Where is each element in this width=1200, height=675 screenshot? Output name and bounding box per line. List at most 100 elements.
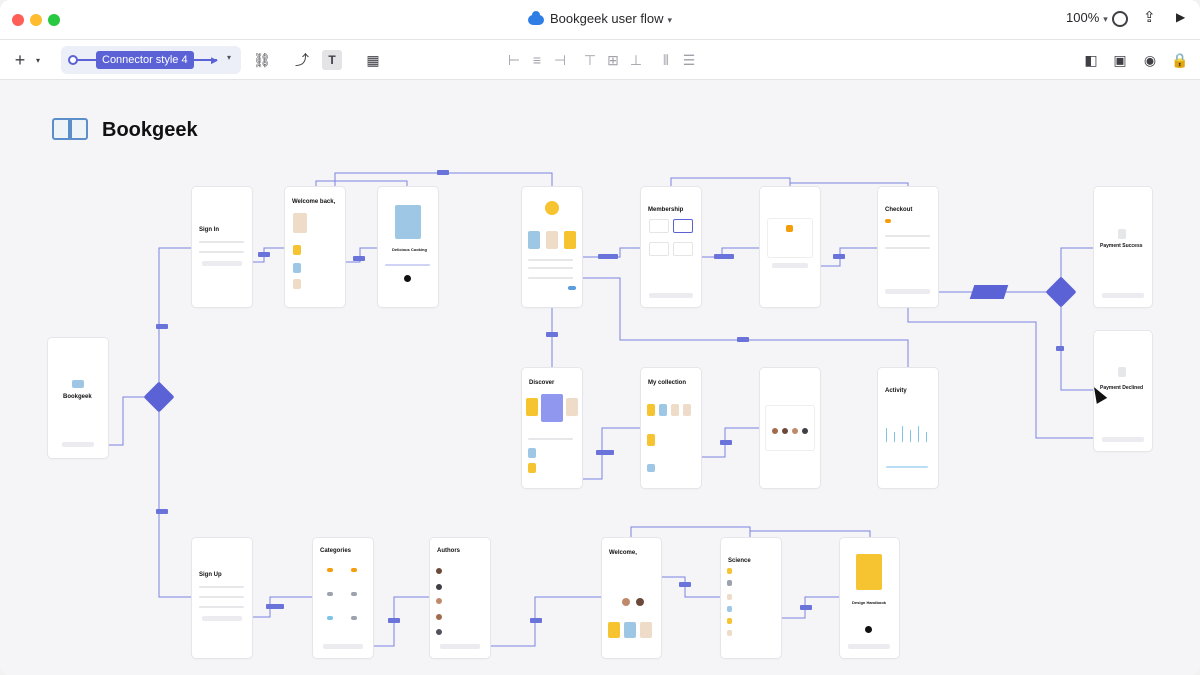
book-cover[interactable]: [683, 404, 691, 416]
book-cover[interactable]: [727, 568, 732, 574]
screen-payment-success[interactable]: Payment Success: [1094, 187, 1152, 307]
continue-button[interactable]: [649, 293, 693, 298]
book-cover[interactable]: [647, 464, 655, 472]
next-button[interactable]: [323, 644, 363, 649]
book-cover[interactable]: [546, 231, 558, 249]
done-button[interactable]: [1102, 293, 1144, 298]
plan-card[interactable]: [649, 242, 669, 256]
avatar: [636, 598, 644, 606]
email-field[interactable]: [199, 241, 244, 243]
play-icon[interactable]: [404, 275, 411, 282]
sign-up-button[interactable]: [202, 616, 242, 621]
screen-signin[interactable]: Sign In: [192, 187, 252, 307]
screen-collection[interactable]: My collection: [641, 368, 701, 488]
screen-player[interactable]: Delicious Cooking: [378, 187, 438, 307]
play-icon[interactable]: [865, 626, 872, 633]
book-cover[interactable]: [647, 434, 655, 446]
screen-authors[interactable]: Authors: [430, 538, 490, 658]
book-cover-featured[interactable]: [541, 394, 563, 422]
book-cover[interactable]: [566, 398, 578, 416]
pay-button[interactable]: [885, 289, 930, 294]
input-field[interactable]: [199, 596, 244, 598]
screen-discover[interactable]: Discover: [522, 368, 582, 488]
category-icon[interactable]: [327, 568, 333, 572]
book-cover[interactable]: [293, 245, 301, 255]
book-cover[interactable]: [528, 231, 540, 249]
book-cover[interactable]: [564, 231, 576, 249]
book-cover[interactable]: [671, 404, 679, 416]
book-cover[interactable]: [727, 606, 732, 612]
avatar: [436, 629, 442, 635]
screen-title: Membership: [648, 207, 684, 213]
input-field[interactable]: [885, 247, 930, 249]
screen-splash[interactable]: Bookgeek: [48, 338, 108, 458]
password-field[interactable]: [199, 251, 244, 253]
category-icon[interactable]: [351, 616, 357, 620]
sign-in-button[interactable]: [202, 261, 242, 266]
input-field[interactable]: [199, 606, 244, 608]
connector-label: [266, 604, 284, 609]
input-field[interactable]: [199, 586, 244, 588]
screen-signup[interactable]: Sign Up: [192, 538, 252, 658]
book-cover[interactable]: [727, 630, 732, 636]
category-icon[interactable]: [327, 616, 333, 620]
connector-lines: [108, 172, 1094, 647]
category-icon[interactable]: [351, 592, 357, 596]
category-icon[interactable]: [327, 592, 333, 596]
connector-label: [156, 509, 168, 514]
toggle[interactable]: [568, 286, 576, 290]
screen-discount[interactable]: [760, 187, 820, 307]
screen-design-handbook[interactable]: Design Handbook: [840, 538, 899, 658]
screen-title: Discover: [529, 380, 555, 386]
book-cover[interactable]: [528, 448, 536, 458]
book-cover[interactable]: [293, 263, 301, 273]
book-cover[interactable]: [293, 279, 301, 289]
plan-card[interactable]: [649, 219, 669, 233]
read-button[interactable]: [848, 644, 890, 649]
list-item[interactable]: [528, 267, 573, 269]
connector-label: [596, 450, 614, 455]
book-cover[interactable]: [640, 622, 652, 638]
try-again-button[interactable]: [1102, 437, 1144, 442]
process-node[interactable]: [969, 285, 1009, 299]
offer-card: [768, 219, 812, 257]
screen-title: Sign In: [199, 227, 219, 233]
category-icon[interactable]: [351, 568, 357, 572]
screen-followers[interactable]: [760, 368, 820, 488]
book-cover[interactable]: [293, 213, 307, 233]
screen-science[interactable]: Science: [721, 538, 781, 658]
progress-bar[interactable]: [385, 264, 430, 266]
book-cover[interactable]: [526, 398, 538, 416]
screen-membership[interactable]: Membership: [641, 187, 701, 307]
receipt-icon: [1118, 367, 1126, 377]
screen-activity[interactable]: Activity: [878, 368, 938, 488]
connector-label: [546, 332, 558, 337]
connector-label: [353, 256, 365, 261]
book-cover[interactable]: [727, 618, 732, 624]
book-cover[interactable]: [647, 404, 655, 416]
screen-title: Welcome,: [609, 550, 637, 556]
plan-card[interactable]: [673, 242, 693, 256]
tab-row[interactable]: [528, 438, 573, 440]
list-item[interactable]: [528, 277, 573, 279]
screen-checkout[interactable]: Checkout: [878, 187, 938, 307]
screen-categories[interactable]: Categories: [313, 538, 373, 658]
input-field[interactable]: [885, 235, 930, 237]
book-cover[interactable]: [727, 580, 732, 586]
book-cover[interactable]: [624, 622, 636, 638]
book-cover[interactable]: [608, 622, 620, 638]
book-cover[interactable]: [528, 463, 536, 473]
get-started-button[interactable]: [62, 442, 94, 447]
book-cover[interactable]: [659, 404, 667, 416]
plan-card-selected[interactable]: [673, 219, 693, 233]
chart-bar: [910, 430, 911, 442]
avatar: [802, 428, 808, 434]
screen-title: Design Handbook: [852, 600, 887, 605]
screen-profile[interactable]: [522, 187, 582, 307]
screen-welcome2[interactable]: Welcome,: [602, 538, 661, 658]
list-item[interactable]: [528, 259, 573, 261]
apply-button[interactable]: [772, 263, 808, 268]
next-button[interactable]: [440, 644, 480, 649]
screen-welcome[interactable]: Welcome back,: [285, 187, 345, 307]
book-cover[interactable]: [727, 594, 732, 600]
